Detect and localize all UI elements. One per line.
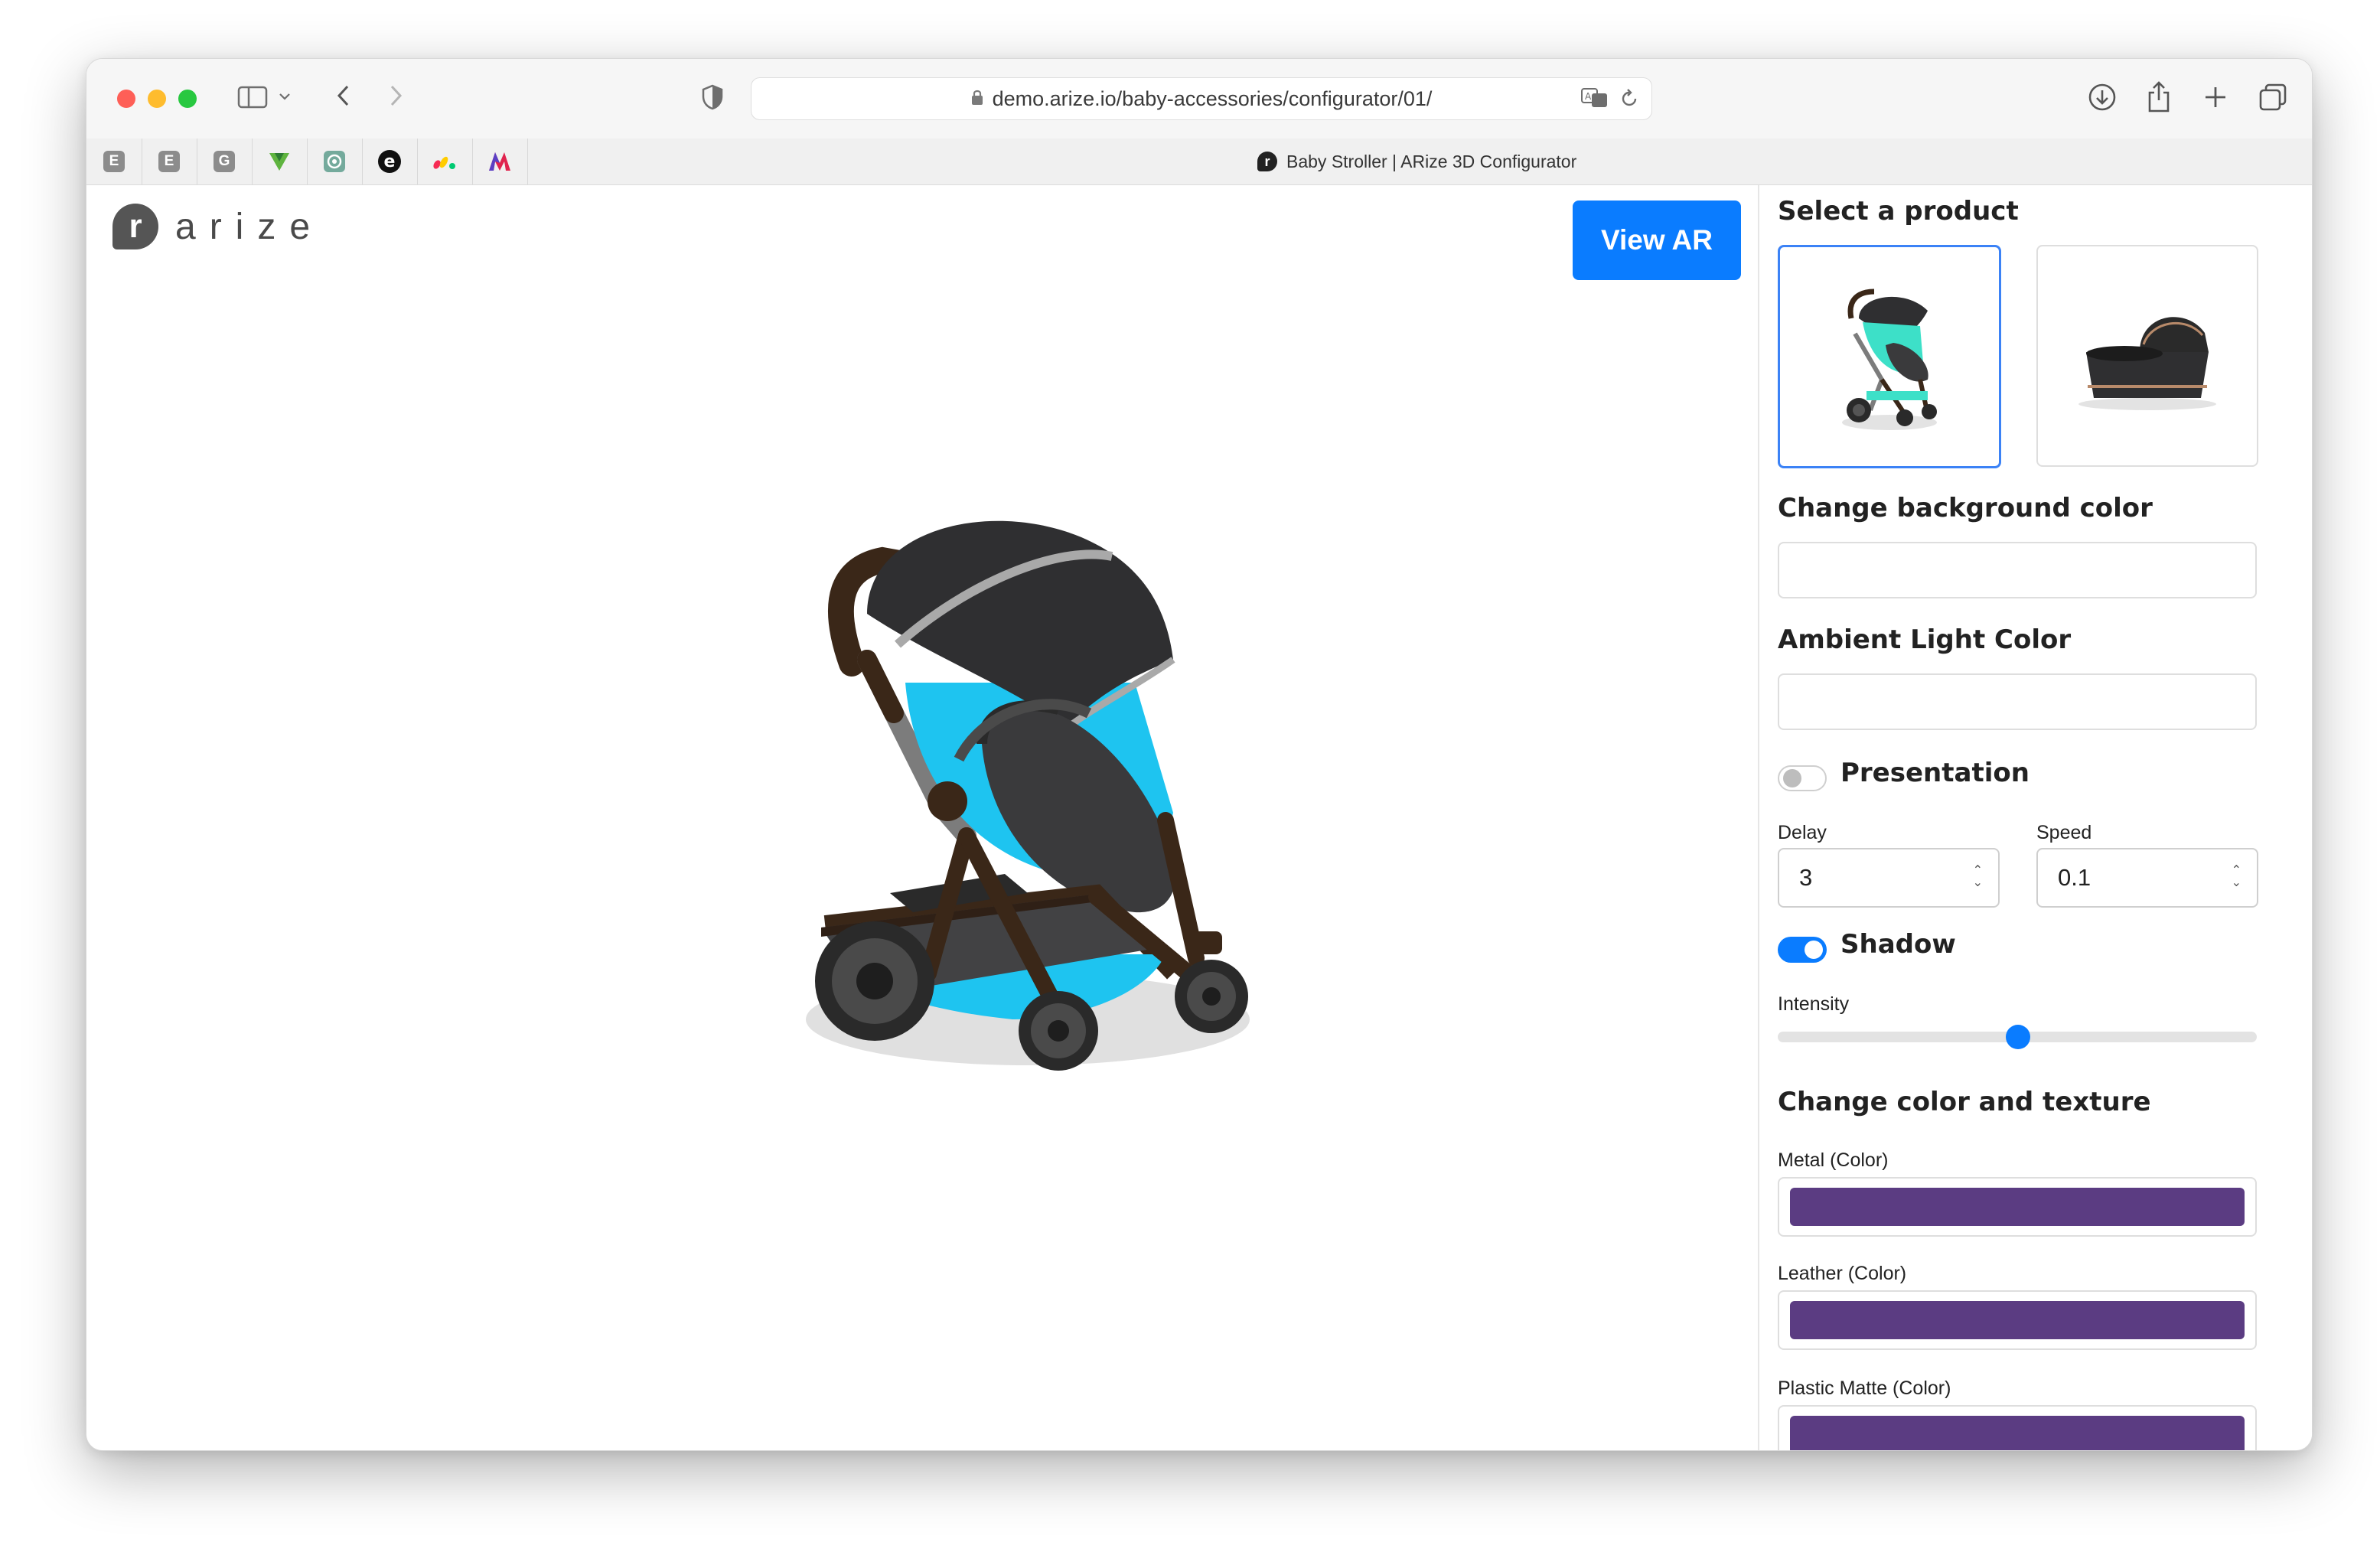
- back-arrow-icon[interactable]: [330, 80, 356, 111]
- url-text: demo.arize.io/baby-accessories/configura…: [992, 86, 1433, 110]
- favorite-e-icon: E: [158, 151, 180, 172]
- address-bar[interactable]: demo.arize.io/baby-accessories/configura…: [751, 77, 1652, 120]
- favorite-tab-7[interactable]: [417, 139, 473, 184]
- minimize-window-button[interactable]: [148, 90, 166, 108]
- leather-color-label: Leather (Color): [1778, 1263, 1907, 1284]
- shadow-toggle[interactable]: [1778, 937, 1827, 963]
- intensity-label: Intensity: [1778, 993, 1850, 1015]
- speed-label: Speed: [2036, 822, 2092, 843]
- metal-color-field[interactable]: [1778, 1177, 2257, 1237]
- arize-logo[interactable]: r arize: [112, 204, 324, 249]
- stepper-icon[interactable]: ⌃ ⌄: [2232, 865, 2241, 889]
- svg-text:e: e: [384, 152, 396, 171]
- close-window-button[interactable]: [117, 90, 135, 108]
- logo-mark: r: [112, 204, 158, 249]
- tab-title-text: Baby Stroller | ARize 3D Configurator: [1286, 151, 1577, 171]
- reload-icon[interactable]: [1619, 87, 1639, 114]
- m-logo-icon: [489, 152, 510, 171]
- active-tab[interactable]: r Baby Stroller | ARize 3D Configurator: [1257, 139, 1576, 184]
- lock-icon: [971, 87, 983, 111]
- favorite-tab-8[interactable]: [472, 139, 528, 184]
- leather-color-swatch[interactable]: [1790, 1301, 2245, 1339]
- chevron-down-icon[interactable]: [276, 85, 293, 108]
- privacy-shield-icon[interactable]: [699, 82, 726, 112]
- texture-title: Change color and texture: [1778, 1087, 2151, 1117]
- maximize-window-button[interactable]: [178, 90, 197, 108]
- e-circle-icon: e: [378, 150, 401, 173]
- plastic-matte-color-label: Plastic Matte (Color): [1778, 1378, 1951, 1399]
- 3d-viewer[interactable]: r arize View AR: [86, 185, 1758, 1450]
- stepper-icon[interactable]: ⌃ ⌄: [1973, 865, 1983, 889]
- view-ar-button[interactable]: View AR: [1573, 201, 1741, 280]
- select-product-title: Select a product: [1778, 196, 2019, 227]
- stroller-thumbnail: [1842, 289, 1937, 430]
- page-content: r arize View AR Select a product Change …: [86, 185, 2312, 1450]
- ambient-light-color-field[interactable]: [1778, 673, 2257, 730]
- delay-value: 3: [1799, 864, 1813, 891]
- tab-overview-icon[interactable]: [2255, 79, 2290, 116]
- monday-icon: [433, 156, 455, 169]
- plastic-matte-color-field[interactable]: [1778, 1405, 2257, 1450]
- change-background-title: Change background color: [1778, 493, 2153, 523]
- share-icon[interactable]: [2142, 77, 2176, 116]
- forward-arrow-icon[interactable]: [383, 80, 409, 111]
- toggle-knob: [1783, 769, 1801, 787]
- translate-icon[interactable]: A: [1581, 87, 1609, 114]
- browser-window: demo.arize.io/baby-accessories/configura…: [86, 58, 2313, 1451]
- favorite-tab-6[interactable]: e: [362, 139, 418, 184]
- leather-color-field[interactable]: [1778, 1290, 2257, 1350]
- presentation-toggle[interactable]: [1778, 765, 1827, 791]
- favorite-g-icon: G: [214, 151, 235, 172]
- metal-color-swatch[interactable]: [1790, 1188, 2245, 1226]
- plastic-matte-color-swatch[interactable]: [1790, 1416, 2245, 1450]
- metal-color-label: Metal (Color): [1778, 1149, 1889, 1171]
- stroller-3d-model[interactable]: [737, 484, 1349, 1081]
- shadow-label: Shadow: [1840, 929, 1956, 960]
- delay-input[interactable]: 3 ⌃ ⌄: [1778, 848, 2000, 908]
- intensity-slider-thumb[interactable]: [2006, 1025, 2030, 1049]
- browser-toolbar: demo.arize.io/baby-accessories/configura…: [86, 59, 2312, 139]
- speed-value: 0.1: [2058, 864, 2091, 891]
- configurator-panel: Select a product Change background color…: [1758, 185, 2312, 1450]
- favorite-tab-3[interactable]: G: [197, 139, 253, 184]
- svg-text:A: A: [1585, 91, 1592, 102]
- favorite-tab-5[interactable]: [307, 139, 363, 184]
- arize-favicon-icon: r: [1257, 152, 1277, 171]
- favorite-e-icon: E: [103, 151, 125, 172]
- sidebar-toggle-icon[interactable]: [235, 82, 270, 112]
- background-color-field[interactable]: [1778, 542, 2257, 598]
- product-stroller-option[interactable]: [1778, 245, 2001, 468]
- speed-input[interactable]: 0.1 ⌃ ⌄: [2036, 848, 2258, 908]
- presentation-label: Presentation: [1840, 758, 2030, 788]
- new-tab-plus-icon[interactable]: [2199, 80, 2232, 114]
- download-icon[interactable]: [2085, 79, 2119, 116]
- ambient-light-title: Ambient Light Color: [1778, 624, 2072, 655]
- favorite-tab-1[interactable]: E: [86, 139, 142, 184]
- vue-leaf-icon: [269, 153, 289, 171]
- toggle-knob: [1805, 941, 1823, 959]
- chatgpt-icon: [324, 151, 345, 172]
- logo-text: arize: [175, 206, 324, 247]
- favorite-tab-2[interactable]: E: [142, 139, 197, 184]
- favorite-tab-4[interactable]: [252, 139, 308, 184]
- carrycot-thumbnail: [2078, 317, 2216, 410]
- delay-label: Delay: [1778, 822, 1827, 843]
- product-carrycot-option[interactable]: [2036, 245, 2258, 467]
